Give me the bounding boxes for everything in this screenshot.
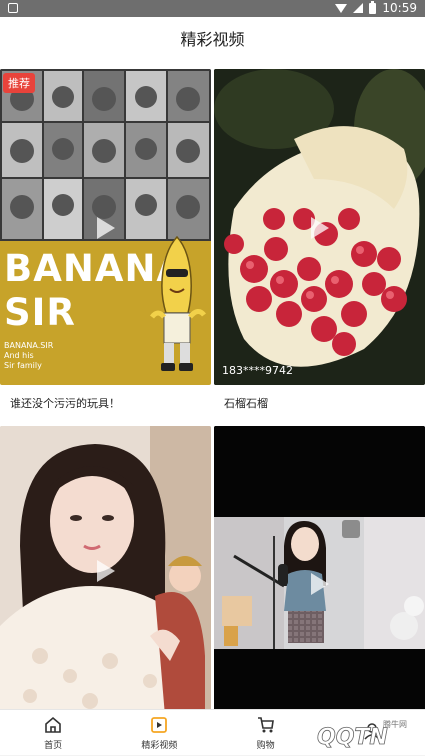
tab-videos[interactable]: 精彩视频 bbox=[106, 710, 212, 755]
video-grid: BANANA SIR BANANA.SIR And his Sir family… bbox=[0, 59, 425, 716]
poster-subtitle-1: BANANA.SIR bbox=[4, 341, 54, 350]
uploader-id: 183****9742 bbox=[222, 364, 293, 377]
watermark-subtext: 腾牛网 bbox=[383, 719, 407, 729]
notification-icon bbox=[8, 3, 18, 13]
status-time: 10:59 bbox=[382, 1, 417, 15]
poster-title-line2: SIR bbox=[4, 291, 76, 334]
tab-shop[interactable]: 购物 bbox=[213, 710, 319, 755]
video-thumbnail[interactable]: 183****9742 bbox=[214, 69, 425, 385]
play-icon[interactable] bbox=[95, 558, 117, 584]
poster-subtitle-2: And his bbox=[4, 351, 34, 360]
video-thumbnail[interactable] bbox=[214, 426, 425, 716]
status-bar: 10:59 bbox=[0, 0, 425, 17]
recommend-badge: 推荐 bbox=[3, 73, 35, 93]
wifi-icon bbox=[335, 3, 348, 13]
video-thumbnail[interactable]: BANANA SIR BANANA.SIR And his Sir family… bbox=[0, 69, 211, 385]
cart-icon bbox=[257, 716, 274, 732]
watermark: QQTN 腾牛网 bbox=[309, 718, 419, 752]
play-icon[interactable] bbox=[95, 215, 117, 241]
page-header: 精彩视频 bbox=[0, 17, 425, 59]
video-icon bbox=[151, 716, 168, 733]
video-card[interactable] bbox=[214, 426, 425, 716]
video-thumbnail[interactable] bbox=[0, 426, 211, 716]
battery-icon bbox=[369, 0, 377, 14]
video-card[interactable]: BANANA SIR BANANA.SIR And his Sir family… bbox=[0, 69, 211, 419]
banana-mascot-icon bbox=[150, 235, 206, 371]
tab-home[interactable]: 首页 bbox=[0, 710, 106, 755]
video-card[interactable] bbox=[0, 426, 211, 716]
play-icon[interactable] bbox=[309, 215, 331, 241]
video-caption[interactable]: 石榴石榴 bbox=[224, 395, 268, 411]
tab-label: 首页 bbox=[44, 740, 63, 751]
video-card[interactable]: 183****9742 石榴石榴 bbox=[214, 69, 425, 419]
poster-subtitle-3: Sir family bbox=[4, 361, 42, 370]
tab-label: 精彩视频 bbox=[141, 740, 178, 751]
qqtn-logo-icon: QQTN 腾牛网 bbox=[317, 719, 407, 750]
play-icon[interactable] bbox=[309, 571, 331, 597]
watermark-text: QQTN bbox=[317, 725, 388, 750]
video-caption[interactable]: 谁还没个污污的玩具！ bbox=[10, 395, 120, 411]
tab-label: 购物 bbox=[256, 740, 275, 751]
signal-icon bbox=[353, 3, 364, 13]
page-title: 精彩视频 bbox=[180, 30, 245, 49]
home-icon bbox=[45, 716, 61, 733]
